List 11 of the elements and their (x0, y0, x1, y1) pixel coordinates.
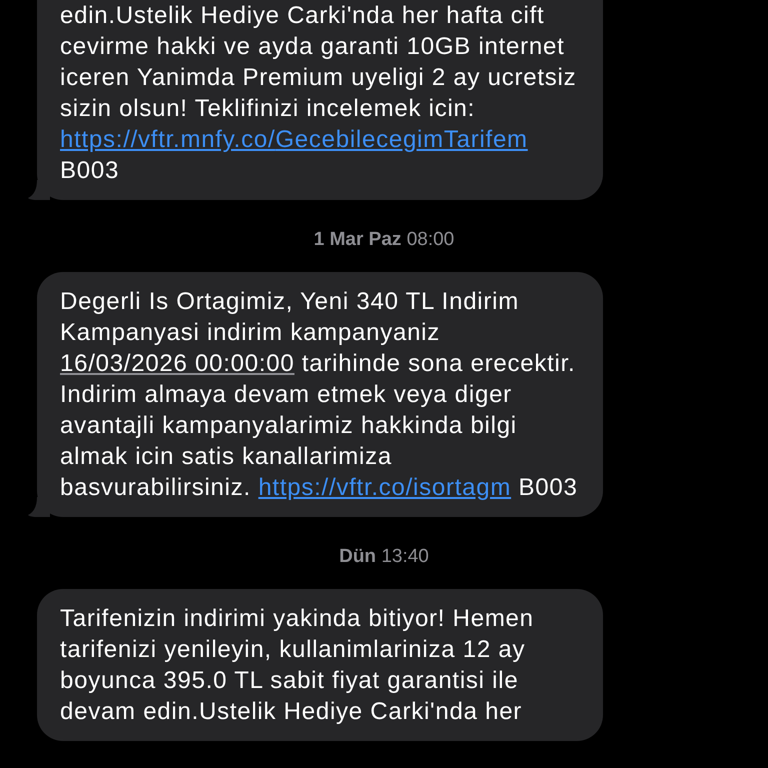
date-link[interactable]: 16/03/2026 00:00:00 (60, 350, 294, 377)
timestamp-day: 1 Mar Paz (314, 229, 402, 250)
message-link[interactable]: https://vftr.co/isortagm (258, 474, 512, 501)
timestamp-time: 13:40 (381, 546, 429, 567)
message-link[interactable]: GecebilecegimTarifem (275, 126, 528, 153)
message-link[interactable]: https://vftr.mnfy.co/ (60, 126, 276, 153)
timestamp-day: Dün (339, 546, 376, 567)
timestamp-time: 08:00 (406, 229, 454, 250)
message-text: edin.Ustelik Hediye Carki'nda her hafta cift cevirme hakki ve ayda garanti 10GB internet iceren Yanimda Premium uyeligi 2 ay ucretsiz sizin olsun! Teklifinizi incelemek icin: https://vftr.mnfy.co/GecebilecegimTarifem B003 (60, 1, 578, 186)
message-text: Degerli Is Ortagimiz, Yeni 340 TL Indirim Kampanyasi indirim kampanyaniz 16/03/2026 00:00:00 tarihinde sona erecektir. Indirim almaya devam etmek veya diger avantajli kampanyalarimiz hakkinda bilgi almak icin satis kanallarimiza basvurabilirsiniz. https://vftr.co/isortagm B003 (60, 287, 579, 503)
message-text: Tarifenizin indirimi yakinda bitiyor! Hemen tarifenizi yenileyin, kullanimlariniza 12 ay boyunca 395.0 TL sabit fiyat garantisi ile devam edin.Ustelik Hediye Carki'nda her (60, 604, 535, 727)
